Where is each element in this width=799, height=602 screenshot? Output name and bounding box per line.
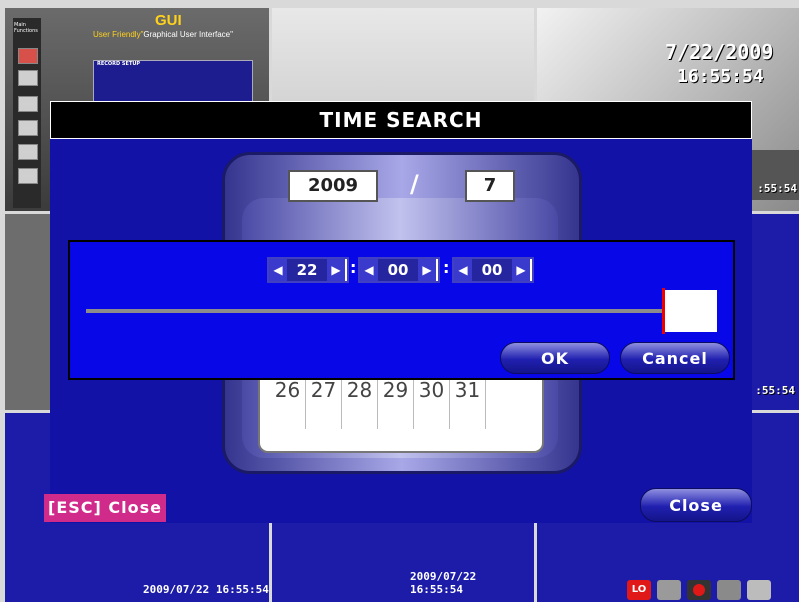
date-separator: / [410,170,419,198]
timeline-track[interactable] [86,309,664,313]
camera-overlay-date: 7/22/2009 [665,40,774,64]
minute-decrease-icon[interactable]: ◀ [360,259,378,281]
calendar-day[interactable]: 29 [378,377,414,429]
search-icon [18,96,38,112]
minute-value: 00 [378,259,418,281]
monitor-icon[interactable] [657,580,681,600]
calendar-day[interactable]: 30 [414,377,450,429]
gui-preview-menu-header: RECORD SETUP [97,61,141,67]
timeline-handle[interactable] [665,290,717,332]
close-button[interactable]: Close [640,488,752,522]
playback-icon [18,144,38,160]
minute-increase-icon[interactable]: ▶ [418,259,436,281]
hour-decrease-icon[interactable]: ◀ [269,259,287,281]
second-value: 00 [472,259,512,281]
calendar-day[interactable]: 26 [270,377,306,429]
cancel-button[interactable]: Cancel [620,342,730,374]
calendar-day[interactable]: 28 [342,377,378,429]
hdd-icon[interactable] [717,580,741,600]
second-increase-icon[interactable]: ▶ [512,259,530,281]
record-icon[interactable] [687,580,711,600]
hour-spinner[interactable]: ◀ 22 ▶ [267,257,349,283]
calendar-day[interactable]: 31 [450,377,486,429]
time-separator: : [443,258,450,277]
calendar-days-grid: 26 27 28 29 30 31 [258,375,544,453]
setup-icon [18,120,38,136]
gui-preview-title: GUI [155,12,182,29]
camera-cell-right-strip: :55:54 [752,150,799,200]
year-field[interactable]: 2009 [288,170,378,202]
record-dot [693,584,705,596]
timestamp-bottom-mid: 2009/07/22 16:55:54 [410,570,477,596]
calendar-day[interactable]: 27 [306,377,342,429]
hour-value: 22 [287,259,327,281]
ok-button[interactable]: OK [500,342,610,374]
second-decrease-icon[interactable]: ◀ [454,259,472,281]
lo-icon[interactable]: LO [627,580,651,600]
menu-icon [18,48,38,64]
dialog-title: TIME SEARCH [50,101,752,139]
gui-preview-subtitle: User Friendly"Graphical User Interface" [93,30,233,39]
side-time-mid: :55:54 [755,384,795,397]
calendar-day[interactable] [486,377,522,429]
backup-icon [18,70,38,86]
second-spinner[interactable]: ◀ 00 ▶ [452,257,534,283]
minute-spinner[interactable]: ◀ 00 ▶ [358,257,440,283]
time-separator: : [350,258,357,277]
month-field[interactable]: 7 [465,170,515,202]
side-time-top: :55:54 [757,182,797,195]
esc-close-hint[interactable]: [ESC] Close [44,494,166,522]
network-icon[interactable] [747,580,771,600]
camera-overlay-time: 16:55:54 [677,66,764,87]
logout-icon [18,168,38,184]
hour-increase-icon[interactable]: ▶ [327,259,345,281]
main-functions-label: Main Functions [14,22,38,34]
timestamp-bottom-left: 2009/07/22 16:55:54 [143,583,269,596]
